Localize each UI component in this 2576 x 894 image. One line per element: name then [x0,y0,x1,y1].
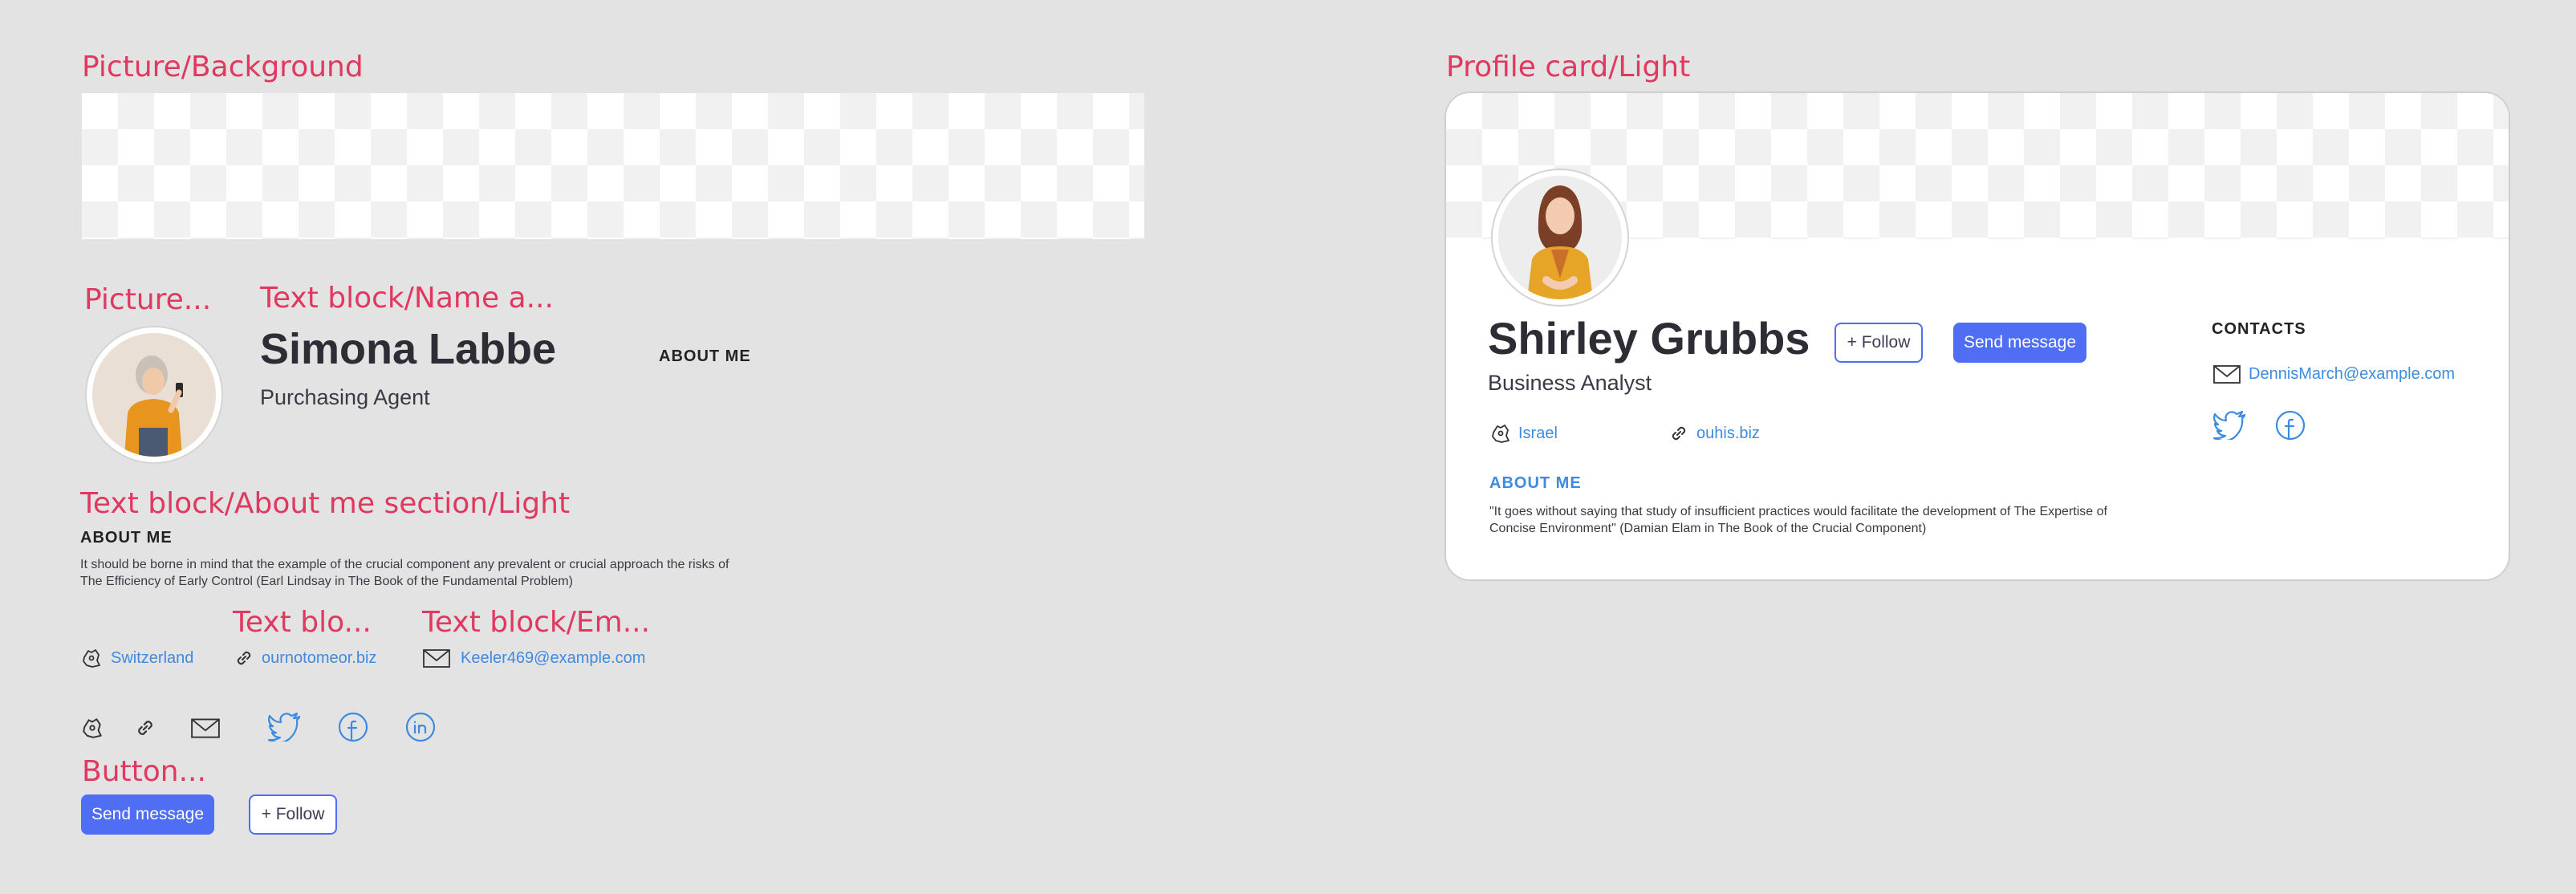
background-picture [82,93,1144,239]
email-link[interactable]: Keeler469@example.com [461,650,645,666]
frame-label-profile-card: Profile card/Light [1446,51,1691,83]
mail-icon [422,647,451,669]
website-link[interactable]: ournotomeor.biz [262,650,376,666]
frame-label-name-block: Text block/Name a... [260,282,554,315]
location-icon [1489,422,1512,445]
card-location-text: Israel [1518,425,1558,442]
link-icon [1668,422,1690,445]
card-email-link[interactable]: DennisMarch@example.com [2249,366,2455,382]
frame-label-picture: Picture... [84,283,212,316]
about-me-text: It should be borne in mind that the exam… [80,558,729,588]
avatar-person-illustration [92,333,216,457]
send-message-button[interactable]: Send message [81,794,214,835]
frame-label-about-section: Text block/About me section/Light [80,487,571,520]
avatar [87,327,221,462]
location-icon [80,647,103,669]
twitter-icon[interactable] [266,711,302,743]
mail-icon [189,716,221,740]
card-avatar [1493,170,1627,305]
follow-button[interactable]: + Follow [249,794,337,835]
card-person-name: Shirley Grubbs [1488,313,1810,364]
person-name: Simona Labbe [260,325,557,373]
location-icon [80,716,104,740]
frame-label-button: Button... [82,755,206,788]
card-avatar-person-illustration [1498,176,1622,299]
frame-label-text-em: Text block/Em... [422,606,651,639]
link-icon [133,716,157,740]
card-send-message-button[interactable]: Send message [1953,323,2086,363]
twitter-icon[interactable] [2212,409,2247,441]
card-person-role: Business Analyst [1488,371,1652,395]
card-follow-button[interactable]: + Follow [1834,323,1923,363]
person-role: Purchasing Agent [260,385,430,409]
about-me-nav-link[interactable]: ABOUT ME [659,348,751,364]
location-text: Switzerland [111,649,194,667]
about-me-heading: ABOUT ME [80,529,173,547]
link-icon [233,647,255,669]
card-website-link[interactable]: ouhis.biz [1696,425,1760,441]
linkedin-icon[interactable] [404,711,437,743]
frame-label-text-blo: Text blo... [233,606,372,639]
card-about-me-text: "It goes without saying that study of in… [1489,505,2107,535]
contacts-heading: CONTACTS [2212,320,2306,338]
card-about-me-heading: ABOUT ME [1489,474,1582,492]
mail-icon [2212,363,2242,385]
frame-label-picture-background: Picture/Background [82,51,364,83]
facebook-icon[interactable] [337,711,369,743]
facebook-icon[interactable] [2274,409,2306,441]
